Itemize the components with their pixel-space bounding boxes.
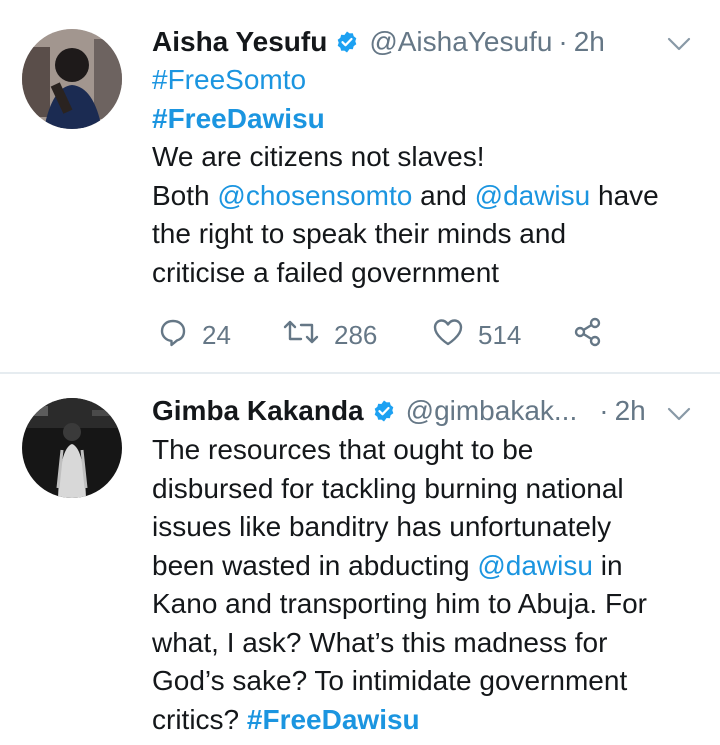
tweet-line: God’s sake? To intimidate government	[152, 662, 712, 701]
avatar[interactable]	[22, 29, 122, 129]
author-name[interactable]: Aisha Yesufu	[152, 26, 327, 58]
like-count: 514	[478, 319, 522, 350]
reply-button[interactable]: 24	[158, 317, 282, 354]
hashtag-link[interactable]: #FreeSomto	[152, 64, 306, 95]
tweet-text-segment: Both	[152, 179, 218, 211]
tweet-text-segment: Kano and transporting him to Abuja. For	[152, 588, 647, 619]
tweet-text-segment: criticise a failed government	[152, 256, 500, 288]
tweet-line: #FreeDawisu	[152, 100, 712, 139]
separator-dot: ·	[558, 26, 568, 57]
tweet-text: The resources that ought to be disbursed…	[152, 431, 712, 739]
tweet-text-segment: the right to speak their minds and	[152, 218, 567, 249]
mention-link[interactable]: @dawisu	[477, 550, 593, 581]
tweet-line: disbursed for tackling burning national	[152, 470, 712, 509]
timestamp[interactable]: 2h	[615, 395, 646, 427]
like-button[interactable]: 514	[432, 317, 572, 354]
separator-dot: ·	[599, 395, 609, 426]
share-icon	[572, 317, 602, 354]
tweet-text-segment: We are citizens not slaves!	[152, 141, 485, 172]
retweet-icon	[282, 317, 320, 354]
tweet-text-segment: have	[590, 179, 659, 211]
tweet-text-segment: in	[592, 549, 623, 581]
verified-badge-icon	[372, 399, 396, 423]
tweet-line: what, I ask? What’s this madness for	[152, 624, 712, 663]
timestamp[interactable]: 2h	[574, 26, 605, 58]
hashtag-link[interactable]: #FreeDawisu	[152, 103, 325, 134]
tweet-line: The resources that ought to be	[152, 431, 712, 470]
verified-badge-icon	[335, 30, 359, 54]
tweet-header: Aisha Yesufu @AishaYesufu · 2h	[152, 22, 605, 62]
author-handle[interactable]: @AishaYesufu	[369, 26, 552, 58]
tweet-aisha-yesufu[interactable]: Aisha Yesufu @AishaYesufu · 2h #FreeSomt…	[0, 0, 720, 370]
tweet-line: the right to speak their minds and	[152, 215, 712, 254]
tweet-line: been wasted in abducting @dawisu in	[152, 547, 712, 586]
tweet-text-segment: what, I ask? What’s this madness for	[152, 626, 608, 658]
chevron-down-icon[interactable]	[667, 406, 691, 422]
tweet-text-segment: The resources that ought to be	[152, 434, 534, 465]
tweet-line: criticise a failed government	[152, 254, 712, 293]
tweet-text: #FreeSomto #FreeDawisu We are citizens n…	[152, 61, 712, 292]
author-name[interactable]: Gimba Kakanda	[152, 395, 364, 427]
mention-link[interactable]: @dawisu	[475, 180, 591, 211]
chevron-down-icon[interactable]	[667, 36, 691, 52]
tweet-line: critics? #FreeDawisu	[152, 701, 712, 740]
heart-icon	[432, 317, 464, 354]
tweet-line: Both @chosensomto and @dawisu have	[152, 177, 712, 216]
tweet-gimba-kakanda[interactable]: Gimba Kakanda @gimbakak... · 2h The reso…	[0, 374, 720, 745]
tweet-text-segment: critics?	[152, 703, 247, 735]
tweet-header: Gimba Kakanda @gimbakak... · 2h	[152, 391, 646, 431]
tweet-text-segment: disbursed for tackling burning national	[152, 472, 624, 504]
tweet-text-segment: God’s sake? To intimidate government	[152, 665, 628, 696]
avatar[interactable]	[22, 398, 122, 498]
tweet-line: issues like banditry has unfortunately	[152, 508, 712, 547]
tweet-text-segment: and	[412, 179, 475, 211]
tweet-line: We are citizens not slaves!	[152, 138, 712, 177]
tweet-actions: 24 286 514	[158, 314, 602, 356]
retweet-count: 286	[334, 319, 378, 350]
mention-link[interactable]: @chosensomto	[217, 180, 412, 211]
author-handle[interactable]: @gimbakak...	[406, 395, 578, 427]
retweet-button[interactable]: 286	[282, 317, 432, 354]
tweet-line: Kano and transporting him to Abuja. For	[152, 585, 712, 624]
tweet-text-segment: been wasted in abducting	[152, 549, 478, 581]
tweet-text-segment: issues like banditry has unfortunately	[152, 511, 612, 542]
reply-icon	[158, 317, 188, 354]
tweet-line: #FreeSomto	[152, 61, 712, 100]
share-button[interactable]	[572, 317, 602, 354]
reply-count: 24	[202, 319, 231, 350]
hashtag-link[interactable]: #FreeDawisu	[247, 704, 420, 735]
